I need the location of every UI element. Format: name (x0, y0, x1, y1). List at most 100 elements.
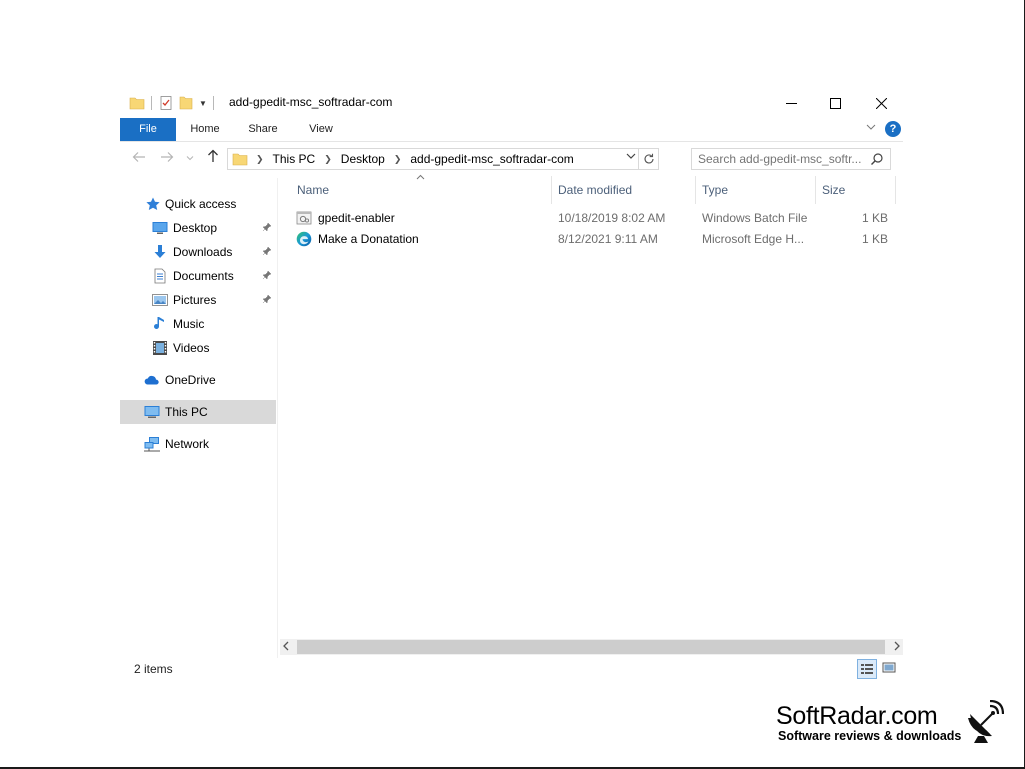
sidebar-item-label: Music (173, 317, 205, 331)
brand-tagline: Software reviews & downloads (778, 729, 962, 743)
recent-locations-chevron-icon[interactable] (186, 154, 194, 163)
pin-icon[interactable] (262, 222, 272, 235)
breadcrumb-chevron-icon[interactable]: ❯ (394, 154, 402, 165)
breadcrumb-desktop[interactable]: Desktop (341, 152, 385, 166)
tab-home[interactable]: Home (182, 118, 228, 141)
expand-ribbon-chevron-icon[interactable] (866, 123, 876, 134)
pane-divider[interactable] (277, 178, 278, 658)
edge-icon (296, 231, 312, 247)
toolbar-separator (151, 96, 152, 110)
window-title: add-gpedit-msc_softradar-com (229, 95, 393, 109)
sidebar-item-label: Quick access (165, 197, 237, 211)
column-divider[interactable] (815, 176, 816, 204)
forward-arrow-icon[interactable] (160, 150, 174, 167)
sidebar-item-pictures[interactable]: Pictures (120, 288, 276, 312)
sidebar-item-network[interactable]: Network (120, 432, 276, 456)
star-icon (145, 196, 161, 212)
sidebar-item-videos[interactable]: Videos (120, 336, 276, 360)
softradar-watermark: SoftRadar.com Software reviews & downloa… (776, 702, 961, 743)
file-size: 1 KB (861, 232, 888, 246)
column-divider[interactable] (695, 176, 696, 204)
up-arrow-icon[interactable] (206, 149, 220, 167)
details-view-button[interactable] (857, 659, 877, 679)
file-date-modified: 8/12/2021 9:11 AM (558, 232, 658, 246)
pictures-icon (152, 292, 168, 308)
address-bar[interactable]: ❯ This PC ❯ Desktop ❯ add-gpedit-msc_sof… (227, 148, 659, 170)
scroll-right-arrow-icon[interactable] (893, 640, 901, 655)
column-header-size[interactable]: Size (822, 176, 892, 204)
table-row[interactable]: Make a Donatation 8/12/2021 9:11 AM Micr… (296, 229, 896, 250)
sidebar-item-label: Pictures (173, 293, 217, 307)
computer-icon (144, 404, 160, 420)
folder-icon (232, 151, 248, 167)
column-header-date-modified[interactable]: Date modified (558, 176, 694, 204)
title-bar: ▼ add-gpedit-msc_softradar-com (120, 88, 903, 118)
sidebar-item-documents[interactable]: Documents (120, 264, 276, 288)
breadcrumb-current-folder[interactable]: add-gpedit-msc_softradar-com (410, 152, 573, 166)
sidebar-item-this-pc[interactable]: This PC (120, 400, 276, 424)
breadcrumb-chevron-icon[interactable]: ❯ (256, 154, 264, 165)
satellite-dish-icon (964, 699, 1005, 744)
large-icons-view-button[interactable] (880, 659, 900, 679)
ribbon: File Home Share View ? (120, 118, 903, 142)
horizontal-scrollbar[interactable] (280, 639, 903, 655)
video-icon (152, 340, 168, 356)
quick-access-toolbar: ▼ (129, 94, 220, 112)
file-name: gpedit-enabler (318, 211, 395, 225)
pin-icon[interactable] (262, 294, 272, 307)
minimize-button[interactable] (768, 88, 814, 118)
pin-icon[interactable] (262, 246, 272, 259)
pin-icon[interactable] (262, 270, 272, 283)
sidebar-item-label: Downloads (173, 245, 233, 259)
file-list: Name Date modified Type Size gpedit-enab… (280, 174, 903, 656)
file-explorer-window: ▼ add-gpedit-msc_softradar-com File Home… (120, 88, 903, 683)
sidebar-item-label: This PC (165, 405, 208, 419)
refresh-icon[interactable] (638, 149, 658, 169)
help-button[interactable]: ? (885, 121, 901, 137)
document-icon (152, 268, 168, 284)
properties-icon[interactable] (158, 95, 174, 111)
sidebar-item-music[interactable]: Music (120, 312, 276, 336)
table-row[interactable]: gpedit-enabler 10/18/2019 8:02 AM Window… (296, 208, 896, 229)
sidebar-item-onedrive[interactable]: OneDrive (120, 368, 276, 392)
cloud-icon (144, 372, 160, 388)
tab-file[interactable]: File (120, 118, 176, 141)
back-arrow-icon[interactable] (132, 150, 146, 167)
sidebar-item-desktop[interactable]: Desktop (120, 216, 276, 240)
sidebar-item-label: Network (165, 437, 210, 451)
tab-share[interactable]: Share (238, 118, 288, 141)
column-divider[interactable] (551, 176, 552, 204)
status-bar: 2 items (120, 658, 903, 682)
file-type: Windows Batch File (702, 211, 808, 225)
column-header-name[interactable]: Name (297, 176, 549, 204)
breadcrumb: ❯ This PC ❯ Desktop ❯ add-gpedit-msc_sof… (252, 152, 574, 166)
file-date-modified: 10/18/2019 8:02 AM (558, 211, 666, 225)
file-size: 1 KB (861, 211, 888, 225)
column-divider[interactable] (895, 176, 896, 204)
new-folder-icon[interactable] (178, 95, 194, 111)
music-icon (152, 316, 168, 332)
column-header-type[interactable]: Type (702, 176, 814, 204)
maximize-button[interactable] (812, 88, 858, 118)
scroll-left-arrow-icon[interactable] (282, 640, 290, 655)
item-count: 2 items (134, 662, 173, 676)
download-icon (152, 244, 168, 260)
desktop-icon (152, 220, 168, 236)
folder-icon (129, 95, 145, 111)
address-dropdown-chevron-icon[interactable] (626, 152, 636, 163)
sidebar-item-label: OneDrive (165, 373, 216, 387)
sidebar-item-downloads[interactable]: Downloads (120, 240, 276, 264)
search-box[interactable] (691, 148, 891, 170)
tab-view[interactable]: View (298, 118, 344, 141)
customize-toolbar-dropdown-icon[interactable]: ▼ (199, 99, 207, 108)
search-input[interactable] (698, 151, 868, 167)
breadcrumb-this-pc[interactable]: This PC (273, 152, 316, 166)
search-icon[interactable] (870, 152, 884, 166)
sidebar-item-quick-access[interactable]: Quick access (120, 192, 276, 216)
file-name: Make a Donatation (318, 232, 419, 246)
navigation-pane: Quick access Desktop Downloads Documents… (120, 184, 276, 644)
toolbar-separator (212, 96, 214, 110)
scrollbar-thumb[interactable] (297, 640, 885, 654)
breadcrumb-chevron-icon[interactable]: ❯ (324, 154, 332, 165)
close-button[interactable] (858, 88, 904, 118)
